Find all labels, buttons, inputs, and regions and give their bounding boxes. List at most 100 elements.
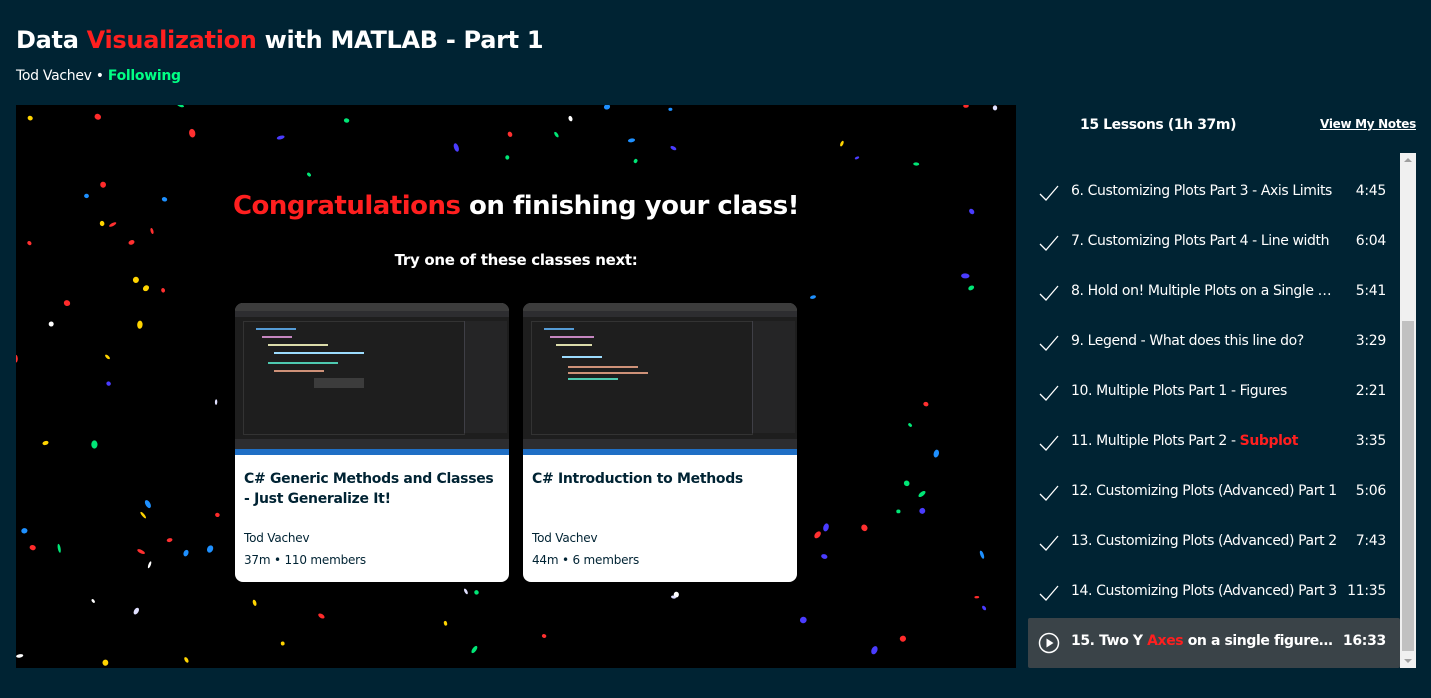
- card-meta: 44m • 6 members: [532, 553, 639, 567]
- confetti-piece: [810, 295, 816, 299]
- confetti-piece: [137, 320, 143, 329]
- confetti-piece: [668, 107, 673, 111]
- confetti-piece: [94, 113, 102, 120]
- confetti-piece: [142, 285, 150, 292]
- title-text: Data: [16, 26, 87, 54]
- confetti-piece: [974, 595, 980, 599]
- lesson-duration: 7:43: [1355, 533, 1387, 549]
- checkmark-icon: [1039, 235, 1059, 251]
- confetti-piece: [919, 507, 926, 514]
- lesson-item[interactable]: 10. Multiple Plots Part 1 - Figures 2:21: [1028, 368, 1400, 418]
- confetti-piece: [474, 590, 479, 595]
- lesson-list[interactable]: 6. Customizing Plots Part 3 - Axis Limit…: [1028, 153, 1400, 668]
- confetti-piece: [923, 401, 929, 407]
- confetti-piece: [48, 321, 54, 327]
- recommended-class-card[interactable]: C# Introduction to Methods Tod Vachev 44…: [523, 303, 797, 582]
- meta-dot: •: [273, 553, 281, 567]
- scroll-up-arrow-icon[interactable]: [1400, 153, 1416, 167]
- confetti-piece: [933, 449, 940, 458]
- card-author: Tod Vachev: [244, 531, 310, 545]
- confetti-piece: [132, 276, 139, 283]
- confetti-piece: [307, 172, 311, 177]
- lesson-item[interactable]: 7. Customizing Plots Part 4 - Line width…: [1028, 218, 1400, 268]
- confetti-piece: [27, 240, 32, 246]
- lesson-duration: 6:04: [1355, 233, 1387, 249]
- confetti-piece: [861, 524, 868, 532]
- confetti-piece: [908, 423, 912, 427]
- lesson-item-active[interactable]: 15. Two Y Axes on a single figure? Cool!…: [1028, 618, 1400, 668]
- confetti-piece: [823, 523, 829, 532]
- lesson-duration: 3:35: [1355, 433, 1387, 449]
- confetti-piece: [29, 544, 36, 551]
- confetti-piece: [99, 220, 105, 227]
- confetti-piece: [603, 105, 611, 110]
- confetti-piece: [102, 659, 109, 666]
- confetti-piece: [670, 145, 677, 151]
- lesson-title: 12. Customizing Plots (Advanced) Part 1: [1071, 483, 1337, 499]
- checkmark-icon: [1039, 485, 1059, 501]
- lesson-count: 15 Lessons (1h 37m): [1080, 117, 1237, 133]
- scroll-down-arrow-icon[interactable]: [1400, 654, 1416, 668]
- lesson-item[interactable]: 12. Customizing Plots (Advanced) Part 1 …: [1028, 468, 1400, 518]
- confetti-piece: [968, 285, 975, 291]
- confetti-piece: [206, 545, 214, 553]
- confetti-piece: [144, 500, 151, 509]
- lesson-title: 14. Customizing Plots (Advanced) Part 3: [1071, 583, 1337, 599]
- play-circle-icon[interactable]: [1038, 632, 1060, 654]
- lesson-list-scrollbar[interactable]: [1400, 153, 1416, 668]
- confetti-piece: [57, 543, 61, 553]
- confetti-piece: [184, 657, 189, 663]
- lesson-item[interactable]: 13. Customizing Plots (Advanced) Part 2 …: [1028, 518, 1400, 568]
- lesson-item[interactable]: 14. Customizing Plots (Advanced) Part 3 …: [1028, 568, 1400, 618]
- confetti-piece: [453, 143, 459, 152]
- confetti-piece: [133, 607, 140, 615]
- lesson-title: 9. Legend - What does this line do?: [1071, 333, 1304, 349]
- confetti-piece: [147, 561, 152, 569]
- confetti-piece: [627, 138, 636, 143]
- confetti-piece: [899, 635, 906, 642]
- confetti-piece: [183, 549, 189, 557]
- lesson-title-text: 11. Multiple Plots Part 2 -: [1071, 433, 1240, 449]
- congrats-text: on finishing your class!: [460, 191, 800, 221]
- byline-separator: •: [95, 68, 104, 84]
- checkmark-icon: [1039, 435, 1059, 451]
- video-player[interactable]: Congratulations on finishing your class!…: [16, 105, 1016, 668]
- lesson-item[interactable]: 11. Multiple Plots Part 2 - Subplot 3:35: [1028, 418, 1400, 468]
- confetti-piece: [463, 588, 468, 595]
- class-thumbnail: [235, 303, 509, 455]
- lesson-title-highlight: Subplot: [1239, 433, 1299, 449]
- confetti-piece: [554, 131, 559, 138]
- lesson-duration: 11:35: [1347, 583, 1386, 599]
- recommended-class-card[interactable]: C# Generic Methods and Classes - Just Ge…: [235, 303, 509, 582]
- confetti-piece: [91, 599, 95, 603]
- lesson-duration: 5:41: [1355, 283, 1387, 299]
- lesson-title-text-rest: on a single figure? Cool!: [1187, 633, 1337, 649]
- checkmark-icon: [1039, 285, 1059, 301]
- confetti-piece: [140, 511, 147, 519]
- checkmark-icon: [1039, 535, 1059, 551]
- confetti-piece: [961, 273, 970, 279]
- confetti-piece: [166, 538, 173, 543]
- confetti-piece: [633, 158, 638, 164]
- follow-button[interactable]: Following: [108, 68, 181, 84]
- scrollbar-thumb[interactable]: [1402, 321, 1414, 651]
- lesson-item[interactable]: 8. Hold on! Multiple Plots on a Single F…: [1028, 268, 1400, 318]
- teacher-name[interactable]: Tod Vachev: [16, 68, 92, 84]
- card-duration: 44m: [532, 553, 559, 567]
- confetti-piece: [903, 480, 910, 487]
- confetti-piece: [109, 222, 117, 227]
- card-title[interactable]: C# Introduction to Methods: [532, 469, 788, 489]
- checkmark-icon: [1039, 185, 1059, 201]
- title-text-rest: with MATLAB - Part 1: [256, 26, 544, 54]
- confetti-piece: [318, 613, 325, 619]
- lesson-item[interactable]: 9. Legend - What does this line do? 3:29: [1028, 318, 1400, 368]
- lesson-title: 13. Customizing Plots (Advanced) Part 2: [1071, 533, 1337, 549]
- confetti-piece: [896, 509, 901, 514]
- lesson-item[interactable]: 6. Customizing Plots Part 3 - Axis Limit…: [1028, 168, 1400, 218]
- view-notes-link[interactable]: View My Notes: [1320, 117, 1416, 131]
- card-title[interactable]: C# Generic Methods and Classes - Just Ge…: [244, 469, 500, 509]
- try-next-label: Try one of these classes next:: [394, 251, 638, 269]
- confetti-piece: [215, 512, 220, 518]
- lesson-title-highlight: Axes: [1147, 633, 1184, 649]
- confetti-piece: [106, 381, 111, 386]
